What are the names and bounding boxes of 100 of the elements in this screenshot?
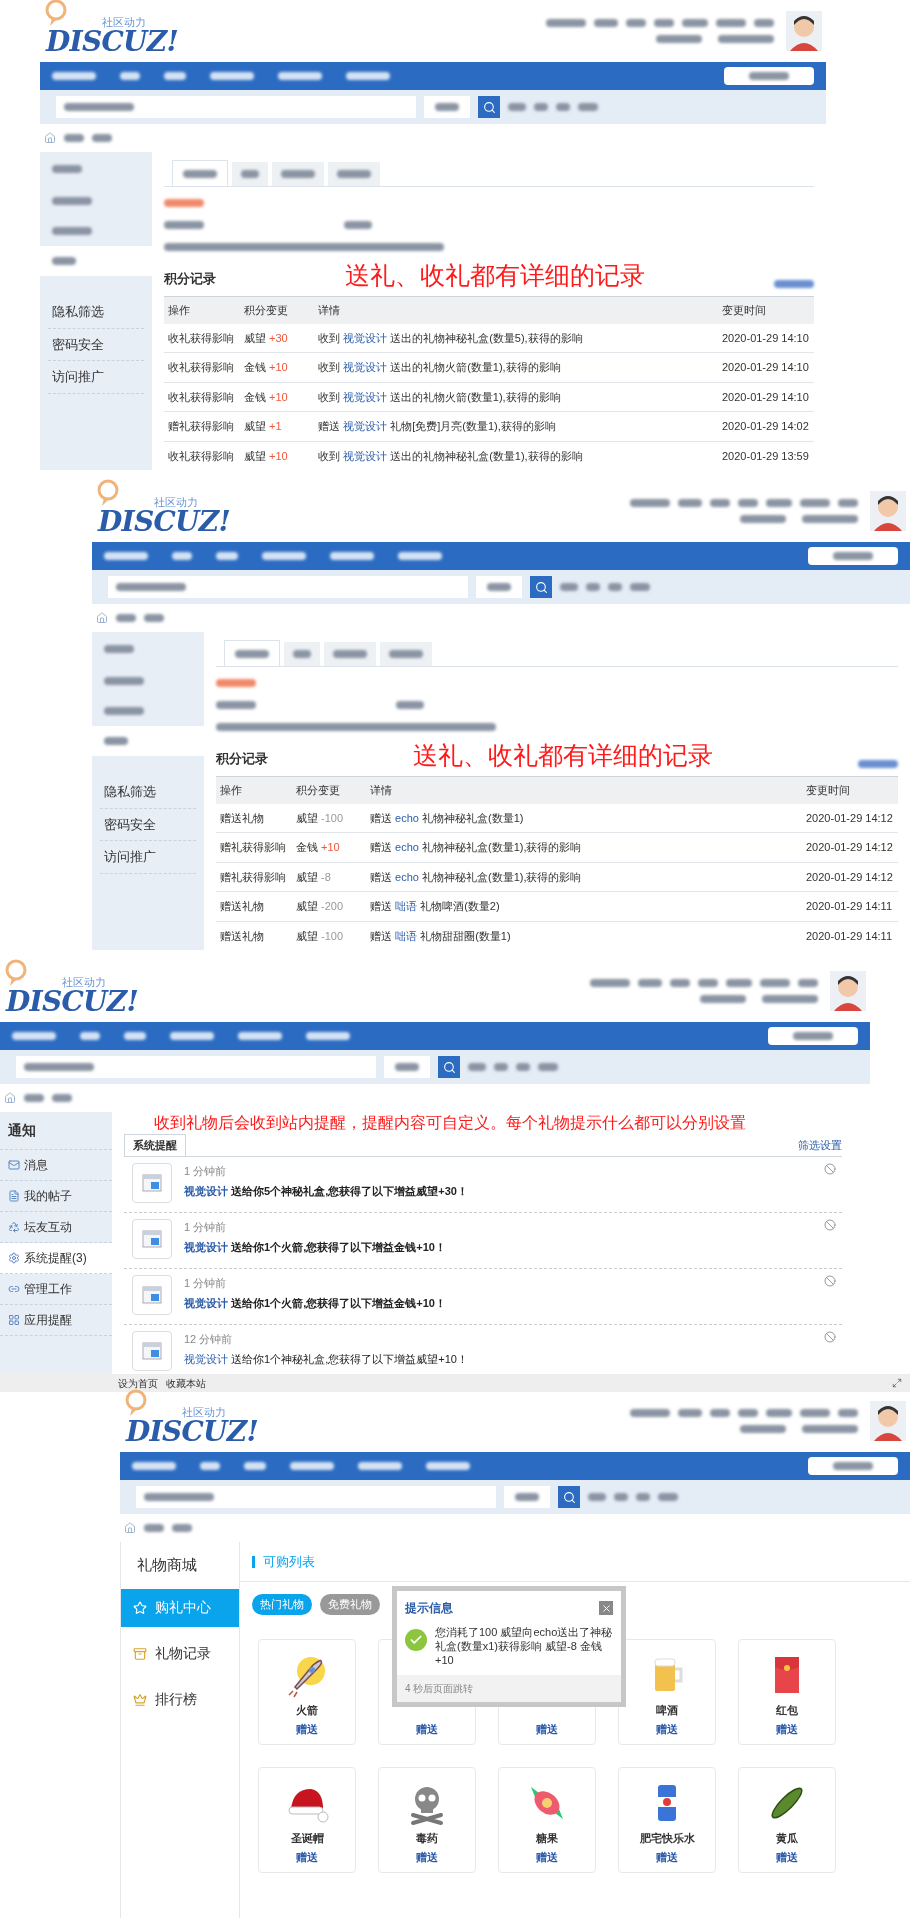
search-field[interactable] xyxy=(56,96,416,118)
give-link[interactable]: 赠送 xyxy=(656,1721,678,1738)
blurred-text xyxy=(210,72,254,80)
quick-nav-button[interactable] xyxy=(808,1457,898,1475)
search-type-select[interactable] xyxy=(424,96,470,118)
home-icon[interactable] xyxy=(96,612,108,624)
delete-icon[interactable] xyxy=(824,1330,836,1343)
give-link[interactable]: 赠送 xyxy=(296,1849,318,1866)
sidebar-item[interactable]: 我的帖子 xyxy=(0,1181,112,1212)
filter-settings-link[interactable]: 筛选设置 xyxy=(798,1137,842,1156)
blurred-text xyxy=(120,72,140,80)
footer-link[interactable]: 收藏本站 xyxy=(166,1375,206,1391)
give-link[interactable]: 赠送 xyxy=(776,1849,798,1866)
sidebar-item[interactable]: 密码安全 xyxy=(100,808,196,841)
table-cell: 威望 -8 xyxy=(292,862,366,892)
blurred-text xyxy=(238,1032,282,1040)
delete-icon[interactable] xyxy=(824,1162,836,1175)
search-type-select[interactable] xyxy=(384,1056,430,1078)
delete-icon[interactable] xyxy=(824,1274,836,1287)
gift-card[interactable]: 黄瓜 赠送 xyxy=(738,1766,836,1873)
blurred-text xyxy=(435,103,459,111)
tab[interactable]: 系统提醒 xyxy=(124,1134,186,1156)
grid-icon xyxy=(8,1314,20,1326)
table-cell: 赠送 视觉设计 礼物[免费]月亮(数量1),获得的影响 xyxy=(314,412,718,442)
logo-tagline: 社区动力 xyxy=(182,1406,226,1418)
blurred-text xyxy=(164,199,204,207)
sidebar-item[interactable]: 密码安全 xyxy=(48,328,144,361)
blurred-text xyxy=(396,701,424,709)
logo-wordmark: DISCUZ! xyxy=(46,27,179,56)
give-link[interactable]: 赠送 xyxy=(536,1721,558,1738)
quick-nav-button[interactable] xyxy=(768,1027,858,1045)
delete-icon[interactable] xyxy=(824,1218,836,1231)
sidebar-item[interactable]: 隐私筛选 xyxy=(100,776,196,809)
search-type-select[interactable] xyxy=(504,1486,550,1508)
footer-link[interactable]: 设为首页 xyxy=(118,1375,158,1391)
sidebar-item[interactable]: 系统提醒(3) xyxy=(0,1243,112,1274)
search-button[interactable] xyxy=(558,1486,580,1508)
search-button[interactable] xyxy=(438,1056,460,1078)
blurred-text xyxy=(578,103,598,111)
sidebar-item[interactable]: 排行榜 xyxy=(121,1680,239,1719)
sidebar-item[interactable]: 应用提醒 xyxy=(0,1305,112,1336)
blurred-text xyxy=(116,614,136,622)
sidebar-item[interactable]: 访问推广 xyxy=(100,841,196,874)
blurred-text xyxy=(80,1032,100,1040)
search-button[interactable] xyxy=(478,96,500,118)
give-link[interactable]: 赠送 xyxy=(416,1721,438,1738)
table-cell: 收到 视觉设计 送出的礼物火箭(数量1),获得的影响 xyxy=(314,353,718,383)
give-link[interactable]: 赠送 xyxy=(416,1849,438,1866)
gift-card[interactable]: 毒药 赠送 xyxy=(378,1766,476,1873)
search-button[interactable] xyxy=(530,576,552,598)
sidebar-item[interactable]: 访问推广 xyxy=(48,361,144,394)
search-type-select[interactable] xyxy=(476,576,522,598)
gift-card[interactable]: 火箭 赠送 xyxy=(258,1638,356,1745)
table-cell: 2020-01-29 14:11 xyxy=(802,892,898,922)
sidebar-item[interactable]: 消息 xyxy=(0,1150,112,1181)
sidebar-item[interactable]: 隐私筛选 xyxy=(48,296,144,329)
give-link[interactable]: 赠送 xyxy=(536,1849,558,1866)
gift-name: 啤酒 xyxy=(656,1702,678,1718)
blurred-text xyxy=(762,995,818,1003)
table-cell: 2020-01-29 13:59 xyxy=(718,441,814,470)
sidebar-item[interactable]: 礼物记录 xyxy=(121,1634,239,1673)
blurred-text xyxy=(800,499,830,507)
blurred-text xyxy=(278,72,322,80)
gift-card[interactable]: 圣诞帽 赠送 xyxy=(258,1766,356,1873)
blurred-text xyxy=(262,552,306,560)
table-cell: 赠送礼物 xyxy=(216,921,292,950)
search-field[interactable] xyxy=(108,576,468,598)
blurred-text xyxy=(52,165,82,173)
table-cell: 赠送 echo 礼物神秘礼盒(数量1) xyxy=(366,803,802,833)
gift-card[interactable]: 红包 赠送 xyxy=(738,1638,836,1745)
expand-icon[interactable] xyxy=(892,1378,902,1388)
blurred-text xyxy=(678,499,702,507)
close-button[interactable] xyxy=(599,1601,613,1615)
column-header: 详情 xyxy=(366,776,802,804)
sidebar-item[interactable]: 管理工作 xyxy=(0,1274,112,1305)
search-field[interactable] xyxy=(16,1056,376,1078)
table-cell: 赠送 echo 礼物神秘礼盒(数量1),获得的影响 xyxy=(366,862,802,892)
table-cell: 收礼获得影响 xyxy=(164,323,240,353)
blurred-text xyxy=(590,979,630,987)
logo-wordmark: DISCUZ! xyxy=(126,1417,259,1446)
blurred-text xyxy=(638,979,662,987)
quick-nav-button[interactable] xyxy=(724,67,814,85)
give-link[interactable]: 赠送 xyxy=(776,1721,798,1738)
gift-card[interactable]: 糖果 赠送 xyxy=(498,1766,596,1873)
give-link[interactable]: 赠送 xyxy=(656,1849,678,1866)
home-icon[interactable] xyxy=(4,1092,16,1104)
blurred-text xyxy=(738,499,758,507)
blurred-text xyxy=(281,170,315,178)
blurred-text xyxy=(344,221,372,229)
gift-card[interactable]: 啤酒 赠送 xyxy=(618,1638,716,1745)
blurred-text xyxy=(24,1094,44,1102)
quick-nav-button[interactable] xyxy=(808,547,898,565)
gift-card[interactable]: 肥宅快乐水 赠送 xyxy=(618,1766,716,1873)
blurred-text xyxy=(508,103,526,111)
home-icon[interactable] xyxy=(124,1522,136,1534)
gift-name: 毒药 xyxy=(416,1830,438,1846)
search-field[interactable] xyxy=(136,1486,496,1508)
blurred-text xyxy=(144,614,164,622)
give-link[interactable]: 赠送 xyxy=(296,1721,318,1738)
home-icon[interactable] xyxy=(44,132,56,144)
